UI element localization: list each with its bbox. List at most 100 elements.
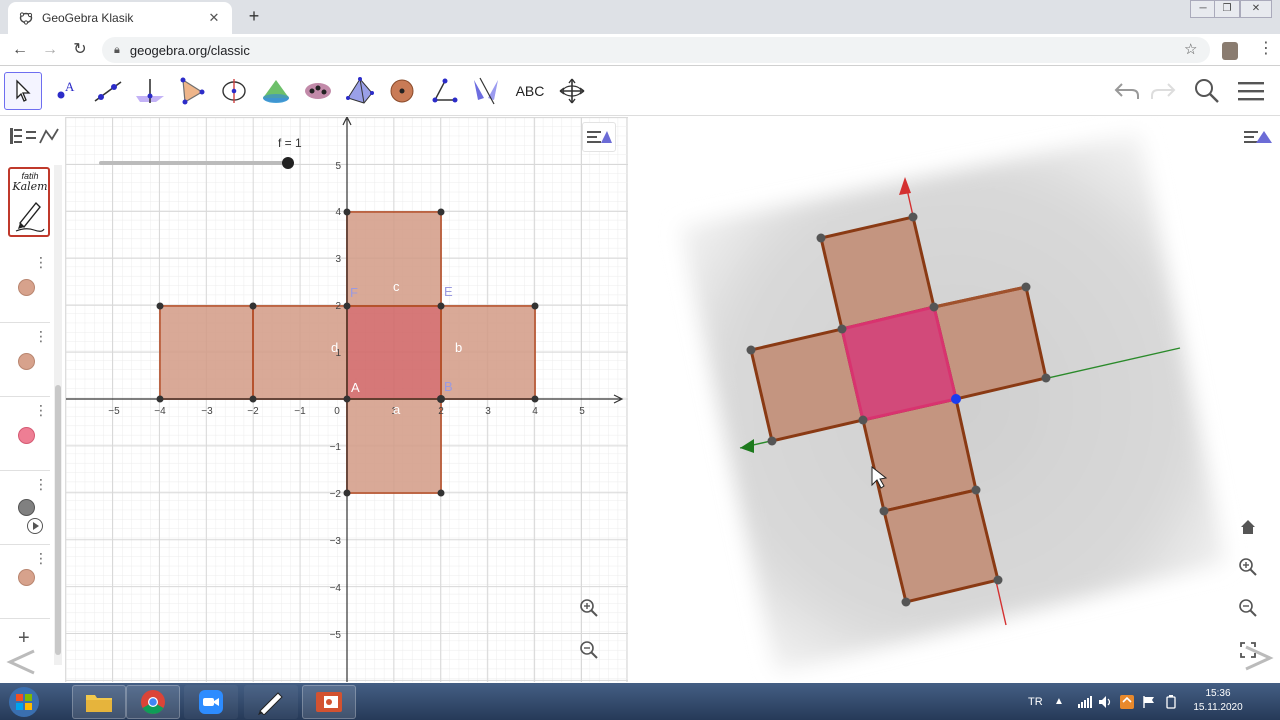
taskbar-clock[interactable]: 15:36 15.11.2020 xyxy=(1188,687,1248,715)
x-tick-label: −4 xyxy=(154,406,166,417)
redo-icon[interactable] xyxy=(1144,72,1182,110)
algebra-scrollbar[interactable] xyxy=(54,165,62,665)
show-hidden-icons-icon[interactable]: ▲ xyxy=(1054,683,1064,720)
x-tick-label: 4 xyxy=(532,406,538,417)
graphics-3d-canvas[interactable] xyxy=(628,117,1280,682)
algebra-item-1[interactable]: ⋮ xyxy=(0,251,50,323)
algebra-item-4[interactable]: ⋮ xyxy=(0,473,50,545)
point-label-a: A xyxy=(351,380,360,395)
perpendicular-tool-icon[interactable] xyxy=(131,72,169,110)
y-tick-label: −3 xyxy=(330,536,342,547)
network-icon[interactable] xyxy=(1078,683,1092,720)
more-options-icon[interactable]: ⋮ xyxy=(34,477,48,491)
x-tick-label: −3 xyxy=(201,406,213,417)
pen-app-taskbar-icon[interactable] xyxy=(244,685,298,719)
update-icon[interactable] xyxy=(1120,683,1134,720)
graphics-3d-style-bar-icon[interactable] xyxy=(1240,122,1274,152)
visibility-toggle-icon[interactable] xyxy=(18,569,35,586)
main-menu-icon[interactable] xyxy=(1232,72,1270,110)
pyramid-tool-icon[interactable] xyxy=(341,72,379,110)
cone-tool-icon[interactable] xyxy=(257,72,295,110)
y-tick-label: −5 xyxy=(330,630,342,641)
algebra-item-3[interactable]: ⋮ xyxy=(0,399,50,471)
maximize-button[interactable]: ❐ xyxy=(1214,0,1240,18)
zoom-out-3d-icon[interactable] xyxy=(1235,595,1261,621)
bookmark-star-icon[interactable]: ☆ xyxy=(1184,40,1197,58)
algebra-item-5[interactable]: ⋮ xyxy=(0,547,50,619)
point-b-3d[interactable] xyxy=(951,394,961,404)
home-view-icon[interactable] xyxy=(1235,514,1261,540)
new-tab-button[interactable]: + xyxy=(244,6,264,26)
play-animation-icon[interactable] xyxy=(26,517,44,535)
visibility-toggle-icon[interactable] xyxy=(18,427,35,444)
visibility-toggle-icon[interactable] xyxy=(18,353,35,370)
x-tick-label: 3 xyxy=(485,406,491,417)
start-button[interactable] xyxy=(4,685,44,719)
algebra-view-toggle-icon[interactable] xyxy=(6,125,59,147)
undo-icon[interactable] xyxy=(1108,72,1146,110)
file-explorer-taskbar-icon[interactable] xyxy=(72,685,126,719)
algebra-item-2[interactable]: ⋮ xyxy=(0,325,50,397)
geogebra-favicon-icon xyxy=(18,10,34,26)
line-tool-icon[interactable] xyxy=(89,72,127,110)
y-tick-label: 3 xyxy=(335,254,341,265)
browser-tab[interactable]: GeoGebra Klasik ✕ xyxy=(8,2,232,34)
language-indicator[interactable]: TR xyxy=(1028,683,1043,720)
angle-tool-icon[interactable] xyxy=(425,72,463,110)
zoom-out-icon[interactable] xyxy=(576,637,602,663)
pen-label-kalem: Kalem xyxy=(12,180,48,193)
spheres-tool-icon[interactable] xyxy=(299,72,337,110)
forward-icon[interactable]: → xyxy=(40,40,60,60)
net-base-square[interactable] xyxy=(346,305,442,400)
sphere-tool-icon[interactable] xyxy=(383,72,421,110)
back-icon[interactable]: ← xyxy=(10,40,30,60)
zoom-in-icon[interactable] xyxy=(576,595,602,621)
point-label-f: F xyxy=(350,285,358,300)
face-bottom-outer[interactable] xyxy=(882,488,1000,604)
power-icon[interactable] xyxy=(1164,683,1178,720)
scrollbar-thumb[interactable] xyxy=(55,385,61,655)
zoom-in-3d-icon[interactable] xyxy=(1235,554,1261,580)
face-base[interactable] xyxy=(840,305,958,422)
pen-tool-object[interactable]: fatih Kalem xyxy=(8,167,50,237)
collapse-arrow-icon[interactable] xyxy=(4,647,38,677)
chrome-taskbar-icon[interactable] xyxy=(126,685,180,719)
more-options-icon[interactable]: ⋮ xyxy=(34,255,48,269)
visibility-toggle-icon[interactable] xyxy=(18,279,35,296)
move-tool-icon[interactable] xyxy=(4,72,42,110)
y-tick-label: −2 xyxy=(330,489,342,500)
slider-label: f = 1 xyxy=(278,136,302,150)
expand-arrow-icon[interactable] xyxy=(1242,643,1276,673)
url-field[interactable]: 🔒︎ geogebra.org/classic xyxy=(102,37,1210,63)
tab-close-icon[interactable]: ✕ xyxy=(206,10,222,26)
text-tool-button[interactable]: ABC xyxy=(509,72,551,110)
presentation-taskbar-icon[interactable] xyxy=(302,685,356,719)
rotate-view-tool-icon[interactable] xyxy=(553,72,591,110)
graphics-2d-canvas[interactable]: −5 −4 −3 −2 −1 0 1 2 3 4 5 5 4 3 2 1 −1 … xyxy=(65,115,629,682)
graphics-3d-view[interactable] xyxy=(628,117,1280,682)
more-options-icon[interactable]: ⋮ xyxy=(34,551,48,565)
minimize-button[interactable]: ─ xyxy=(1190,0,1216,18)
more-options-icon[interactable]: ⋮ xyxy=(34,329,48,343)
graphics-style-bar-icon[interactable] xyxy=(582,122,616,152)
reload-icon[interactable]: ↻ xyxy=(70,40,90,60)
volume-icon[interactable] xyxy=(1098,683,1112,720)
zoom-taskbar-icon[interactable] xyxy=(184,685,238,719)
address-bar: ← → ↻ 🔒︎ geogebra.org/classic ☆ ⋮ xyxy=(0,34,1280,66)
net-face-left-outer[interactable] xyxy=(159,305,254,400)
point-tool-icon[interactable]: A xyxy=(47,72,85,110)
search-icon[interactable] xyxy=(1188,72,1226,110)
visibility-toggle-icon[interactable] xyxy=(18,499,35,516)
circle-tool-icon[interactable] xyxy=(215,72,253,110)
browser-menu-icon[interactable]: ⋮ xyxy=(1258,38,1274,58)
segment-label-a: a xyxy=(393,402,401,417)
text-tool-label: ABC xyxy=(515,83,545,99)
slider-handle[interactable] xyxy=(282,157,294,169)
more-options-icon[interactable]: ⋮ xyxy=(34,403,48,417)
reflect-tool-icon[interactable] xyxy=(467,72,505,110)
graphics-2d-view[interactable]: −5 −4 −3 −2 −1 0 1 2 3 4 5 5 4 3 2 1 −1 … xyxy=(65,115,629,682)
profile-avatar[interactable] xyxy=(1222,42,1238,60)
polygon-tool-icon[interactable] xyxy=(173,72,211,110)
close-window-button[interactable]: ✕ xyxy=(1240,0,1272,18)
action-center-flag-icon[interactable] xyxy=(1142,683,1156,720)
